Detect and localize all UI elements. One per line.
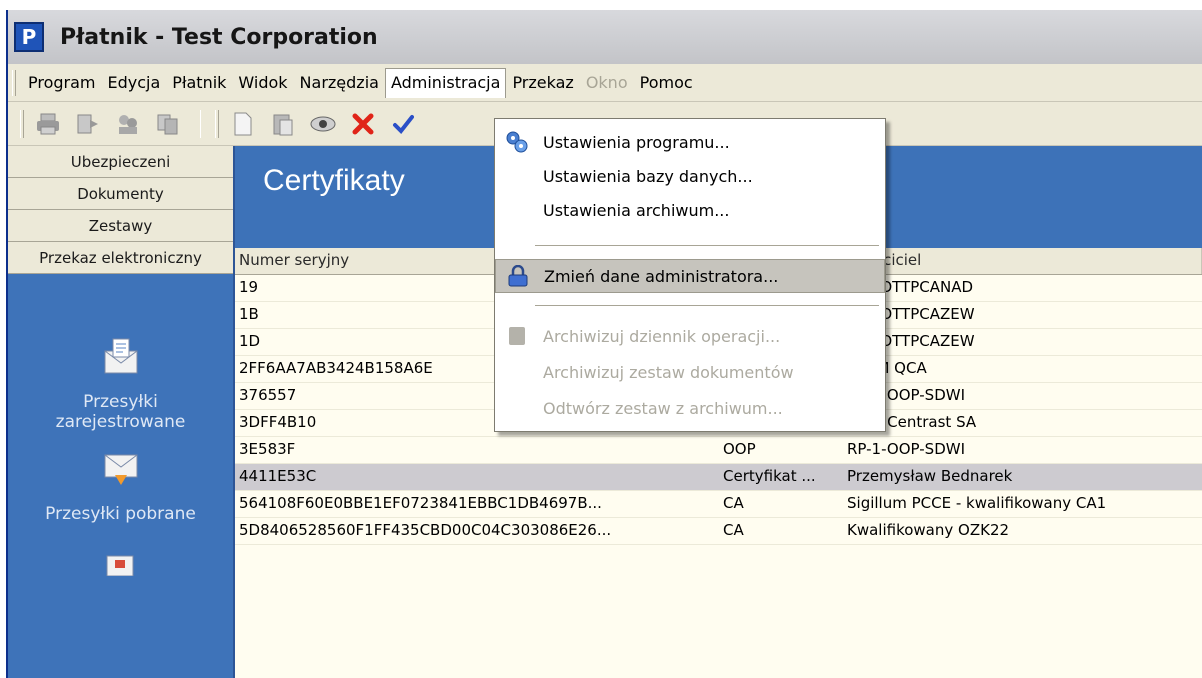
cell-wlasciciel: RTUM QCA	[847, 359, 927, 377]
nav-entry-przesylki-zarejestrowane[interactable]: Przesyłki zarejestrowane	[8, 338, 233, 432]
menu-administracja[interactable]: Administracja	[384, 67, 507, 98]
toolbar-grip-2[interactable]	[215, 109, 219, 138]
cell-wlasciciel: IZETOTTPCANAD	[847, 278, 974, 296]
nav-body: Przesyłki zarejestrowane Przesyłki pobra…	[8, 338, 233, 608]
menu-item-archiwizuj-zestaw[interactable]: Archiwizuj zestaw dokumentów	[495, 355, 885, 389]
cell-numer-seryjny: 4411E53C	[239, 467, 317, 485]
menu-item-label: Archiwizuj dziennik operacji...	[543, 326, 781, 346]
toolbar-separator	[200, 109, 201, 138]
downloaded-mail-icon	[101, 450, 141, 488]
confirm-icon[interactable]	[389, 110, 417, 138]
administracja-dropdown: Ustawienia programu... Ustawienia bazy d…	[494, 118, 886, 432]
menu-okno[interactable]: Okno	[580, 68, 634, 97]
nav-tab-przekaz-elektroniczny[interactable]: Przekaz elektroniczny	[8, 242, 233, 274]
page-title: Certyfikaty	[263, 164, 405, 197]
nav-tab-dokumenty[interactable]: Dokumenty	[8, 178, 233, 210]
menu-platnik[interactable]: Płatnik	[166, 68, 232, 97]
toolbar-grip[interactable]	[20, 109, 24, 138]
cell-wlasciciel: Przemysław Bednarek	[847, 467, 1013, 485]
nav-entry-przesylki-pobrane[interactable]: Przesyłki pobrane	[8, 450, 233, 524]
registered-mail-icon	[101, 338, 141, 376]
delete-icon[interactable]	[349, 110, 377, 138]
left-navigation: Ubezpieczeni Dokumenty Zestawy Przekaz e…	[8, 146, 235, 678]
menu-item-label: Ustawienia programu...	[543, 132, 730, 152]
table-row[interactable]: 3E583F OOP RP-1-OOP-SDWI	[235, 437, 1202, 464]
menu-separator	[535, 305, 879, 306]
view-icon[interactable]	[309, 110, 337, 138]
settings-icon	[505, 130, 529, 154]
table-row[interactable]: 5D8406528560F1FF435CBD00C04C303086E26...…	[235, 518, 1202, 545]
lock-icon	[506, 264, 530, 288]
cell-numer-seryjny: 5D8406528560F1FF435CBD00C04C303086E26...	[239, 521, 612, 539]
paste-icon[interactable]	[269, 110, 297, 138]
menu-pomoc[interactable]: Pomoc	[634, 68, 699, 97]
window-title: Płatnik - Test Corporation	[60, 24, 378, 50]
cell-numer-seryjny: 3E583F	[239, 440, 296, 458]
cell-type: CA	[723, 521, 744, 539]
menu-item-label: Ustawienia archiwum...	[543, 200, 730, 220]
menu-przekaz[interactable]: Przekaz	[506, 68, 579, 97]
menu-narzedzia[interactable]: Narzędzia	[294, 68, 385, 97]
archive-icon	[505, 324, 529, 348]
menu-program[interactable]: Program	[22, 68, 102, 97]
menu-item-ustawienia-programu[interactable]: Ustawienia programu...	[495, 125, 885, 159]
menu-bar: Program Edycja Płatnik Widok Narzędzia A…	[8, 64, 1202, 102]
nav-entry-label: Przesyłki pobrane	[45, 504, 196, 524]
menu-item-zmien-dane-administratora[interactable]: Zmień dane administratora...	[495, 259, 885, 293]
mail-icon	[101, 542, 141, 580]
cell-wlasciciel: CZiC Centrast SA	[847, 413, 977, 431]
menu-widok[interactable]: Widok	[232, 68, 293, 97]
menu-item-label: Ustawienia bazy danych...	[543, 166, 753, 186]
cell-type: Certyfikat ...	[723, 467, 816, 485]
cell-wlasciciel: Kwalifikowany OZK22	[847, 521, 1010, 539]
cell-wlasciciel: Sigillum PCCE - kwalifikowany CA1	[847, 494, 1107, 512]
menu-item-label: Archiwizuj zestaw dokumentów	[543, 362, 794, 382]
menu-edycja[interactable]: Edycja	[102, 68, 167, 97]
menu-item-archiwizuj-dziennik[interactable]: Archiwizuj dziennik operacji...	[495, 319, 885, 353]
nav-entry-more[interactable]	[8, 542, 233, 596]
cell-wlasciciel: IZETOTTPCAZEW	[847, 305, 975, 323]
app-icon: P	[14, 22, 44, 52]
cell-wlasciciel: RP-1-OOP-SDWI	[847, 386, 965, 404]
table-row[interactable]: 4411E53C Certyfikat ... Przemysław Bednare…	[235, 464, 1202, 491]
menu-item-ustawienia-archiwum[interactable]: Ustawienia archiwum...	[495, 193, 885, 227]
cell-numer-seryjny: 564108F60E0BBE1EF0723841EBBC1DB4697B...	[239, 494, 602, 512]
nav-tab-ubezpieczeni[interactable]: Ubezpieczeni	[8, 146, 233, 178]
app-window: P Płatnik - Test Corporation Program Edy…	[6, 10, 1202, 678]
menu-item-odtworz-zestaw[interactable]: Odtwórz zestaw z archiwum...	[495, 391, 885, 425]
nav-tab-zestawy[interactable]: Zestawy	[8, 210, 233, 242]
cell-wlasciciel: RP-1-OOP-SDWI	[847, 440, 965, 458]
cell-wlasciciel: IZETOTTPCAZEW	[847, 332, 975, 350]
menu-item-ustawienia-bazy-danych[interactable]: Ustawienia bazy danych...	[495, 159, 885, 193]
export-icon[interactable]	[74, 110, 102, 138]
menubar-grip[interactable]	[12, 70, 16, 96]
table-row[interactable]: 564108F60E0BBE1EF0723841EBBC1DB4697B... C…	[235, 491, 1202, 518]
cell-type: CA	[723, 494, 744, 512]
cell-type: OOP	[723, 440, 756, 458]
menu-item-label: Zmień dane administratora...	[544, 266, 779, 286]
menu-item-label: Odtwórz zestaw z archiwum...	[543, 398, 783, 418]
users-icon[interactable]	[114, 110, 142, 138]
nav-entry-label: Przesyłki zarejestrowane	[55, 392, 186, 432]
menu-separator	[535, 245, 879, 246]
title-bar[interactable]: P Płatnik - Test Corporation	[8, 10, 1202, 64]
column-header-wlasciciel[interactable]: Właściciel	[843, 248, 1202, 274]
copy-icon[interactable]	[154, 110, 182, 138]
new-document-icon[interactable]	[229, 110, 257, 138]
print-icon[interactable]	[34, 110, 62, 138]
